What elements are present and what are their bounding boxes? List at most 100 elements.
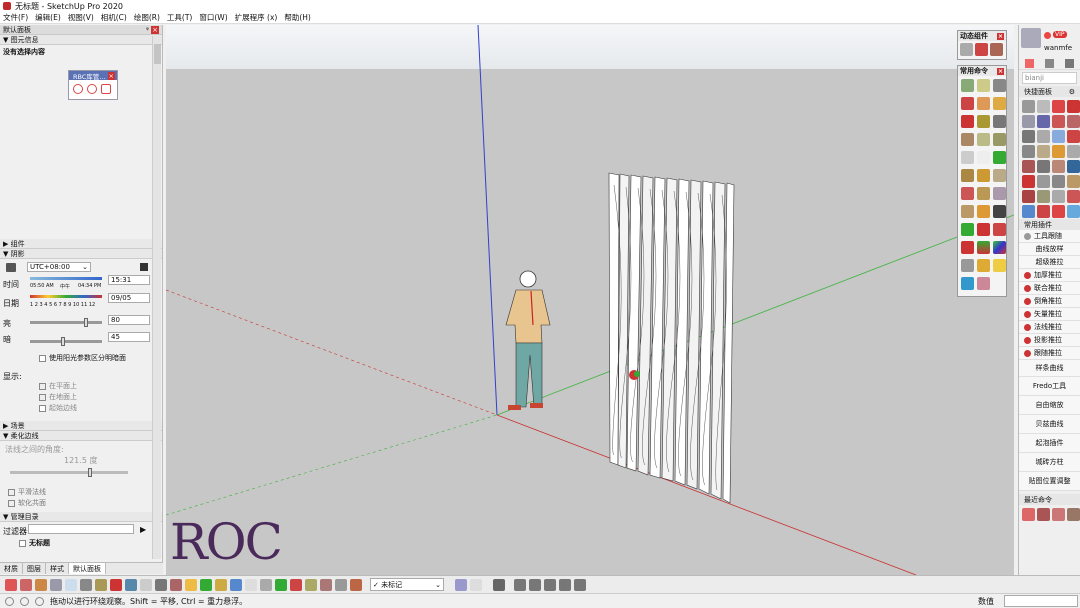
menu-file[interactable]: 文件(F) xyxy=(3,12,28,23)
iso-view-icon[interactable] xyxy=(493,578,505,591)
quick-tool-icon[interactable] xyxy=(1052,205,1065,218)
tab-materials[interactable]: 材质 xyxy=(0,563,23,574)
tab-layers[interactable]: 图层 xyxy=(23,563,46,574)
quick-tool-icon[interactable] xyxy=(1022,190,1035,203)
quick-tool-icon[interactable] xyxy=(1067,115,1080,128)
checkbox[interactable] xyxy=(8,499,15,507)
outliner-header[interactable]: ▼ 管理目录 × xyxy=(0,512,162,522)
select-icon[interactable] xyxy=(260,578,272,591)
plugin-item-vector-push-pull[interactable]: 矢量推拉 xyxy=(1019,308,1080,321)
date-input[interactable]: 09/05 xyxy=(108,293,150,303)
quick-tool-icon[interactable] xyxy=(1067,100,1080,113)
walk-icon[interactable] xyxy=(961,241,974,254)
outliner-options-icon[interactable]: ▶ xyxy=(140,525,146,534)
link-icon[interactable] xyxy=(20,578,32,591)
tray-scrollbar[interactable] xyxy=(152,36,161,559)
plugin-item-brick-column[interactable]: 城砖方柱 xyxy=(1019,453,1080,472)
frame-icon[interactable] xyxy=(140,578,152,591)
quick-tool-icon[interactable] xyxy=(1067,145,1080,158)
orbit-icon[interactable] xyxy=(290,578,302,591)
move-icon[interactable] xyxy=(961,133,974,146)
menu-camera[interactable]: 相机(C) xyxy=(101,12,127,23)
plugin-search-input[interactable]: bianji xyxy=(1022,72,1077,84)
quick-tool-icon[interactable] xyxy=(1022,175,1035,188)
tray-close-icon[interactable]: × xyxy=(151,25,159,34)
entity-info-header[interactable]: ▼ 图元信息 × xyxy=(0,35,162,45)
shadow-toggle-icon[interactable] xyxy=(6,263,16,272)
tape-measure-icon[interactable] xyxy=(961,169,974,182)
plugin-item-thicken-push-pull[interactable]: 加厚推拉 xyxy=(1019,269,1080,282)
angle-slider-handle[interactable] xyxy=(88,468,92,477)
line-icon[interactable] xyxy=(961,97,974,110)
bulb-icon[interactable] xyxy=(65,578,77,591)
quick-tool-icon[interactable] xyxy=(1022,145,1035,158)
timezone-select[interactable]: UTC+08:00 ⌄ xyxy=(27,262,91,272)
tag-icon[interactable] xyxy=(101,84,111,94)
pan-icon[interactable] xyxy=(305,578,317,591)
plugin-item-follow-push-pull[interactable]: 跟随推拉 xyxy=(1019,347,1080,360)
menu-extensions[interactable]: 扩展程序 (x) xyxy=(235,12,278,23)
quick-tool-icon[interactable] xyxy=(1022,160,1035,173)
box-icon[interactable] xyxy=(125,578,137,591)
checkbox[interactable] xyxy=(39,404,46,412)
pin-icon[interactable]: ᵠ xyxy=(146,26,149,34)
quick-tool-icon[interactable] xyxy=(1067,130,1080,143)
interact-icon[interactable] xyxy=(960,43,973,56)
quick-tool-icon[interactable] xyxy=(1022,100,1035,113)
soften-coplanar-checkbox[interactable]: 软化共面 xyxy=(5,498,49,508)
menu-window[interactable]: 窗口(W) xyxy=(199,12,227,23)
quick-tool-icon[interactable] xyxy=(1037,145,1050,158)
dimension-icon[interactable] xyxy=(977,169,990,182)
notification-icon[interactable] xyxy=(1044,32,1051,39)
twisted-fin-panel[interactable] xyxy=(608,172,735,504)
angle-slider[interactable] xyxy=(10,468,128,477)
look-around-icon[interactable] xyxy=(993,241,1006,254)
plugin-item-joint-push-pull[interactable]: 联合推拉 xyxy=(1019,282,1080,295)
plugin-item-curve-loft[interactable]: 曲线放样 xyxy=(1019,243,1080,256)
select-icon[interactable] xyxy=(961,79,974,92)
eraser-icon[interactable] xyxy=(977,79,990,92)
menu-view[interactable]: 视图(V) xyxy=(68,12,94,23)
rectangle-icon[interactable] xyxy=(977,97,990,110)
back-view-icon[interactable] xyxy=(559,578,571,591)
quick-tool-icon[interactable] xyxy=(1022,115,1035,128)
component-options-icon[interactable] xyxy=(975,43,988,56)
light-input[interactable]: 80 xyxy=(108,315,150,325)
close-icon[interactable]: × xyxy=(997,67,1004,75)
menu-draw[interactable]: 绘图(R) xyxy=(134,12,160,23)
tab-default-tray[interactable]: 默认面板 xyxy=(69,563,106,574)
plugin-item-fredo-tools[interactable]: Fredo工具 xyxy=(1019,377,1080,396)
quick-tool-icon[interactable] xyxy=(1037,100,1050,113)
recent-command-icon[interactable] xyxy=(1022,508,1035,521)
checkbox[interactable] xyxy=(39,393,46,401)
left-view-icon[interactable] xyxy=(574,578,586,591)
use-sun-checkbox[interactable]: 使用阳光参数区分明暗面 xyxy=(36,353,129,363)
time-input[interactable]: 15:31 xyxy=(108,275,150,285)
quick-tool-icon[interactable] xyxy=(1067,160,1080,173)
zoom-icon[interactable] xyxy=(320,578,332,591)
section-plane-icon[interactable] xyxy=(961,205,974,218)
quick-tool-icon[interactable] xyxy=(1037,160,1050,173)
on-faces-checkbox[interactable]: 在平面上 xyxy=(36,381,80,391)
freehand-icon[interactable] xyxy=(993,115,1006,128)
pan-icon[interactable] xyxy=(993,205,1006,218)
plugin-item-tool-follow[interactable]: 工具跟随 xyxy=(1019,230,1080,243)
paint-icon[interactable] xyxy=(993,79,1006,92)
home-icon[interactable] xyxy=(1024,59,1034,68)
quick-tool-icon[interactable] xyxy=(1052,160,1065,173)
style-builder-icon[interactable] xyxy=(977,277,990,290)
tab-styles[interactable]: 样式 xyxy=(46,563,69,574)
gear-icon[interactable]: ⚙ xyxy=(1069,88,1075,96)
tree-icon[interactable] xyxy=(200,578,212,591)
protractor-icon[interactable] xyxy=(993,169,1006,182)
quick-tool-icon[interactable] xyxy=(1067,175,1080,188)
from-edges-checkbox[interactable]: 起始边线 xyxy=(36,403,80,413)
position-camera-icon[interactable] xyxy=(977,241,990,254)
axes-icon[interactable] xyxy=(977,187,990,200)
shadow-settings-icon[interactable] xyxy=(140,263,148,271)
plugin-item-free-scale[interactable]: 自由缩放 xyxy=(1019,396,1080,415)
quick-tool-icon[interactable] xyxy=(1037,175,1050,188)
on-ground-checkbox[interactable]: 在地面上 xyxy=(36,392,80,402)
light-slider-handle[interactable] xyxy=(84,318,89,327)
quick-tool-icon[interactable] xyxy=(1052,115,1065,128)
